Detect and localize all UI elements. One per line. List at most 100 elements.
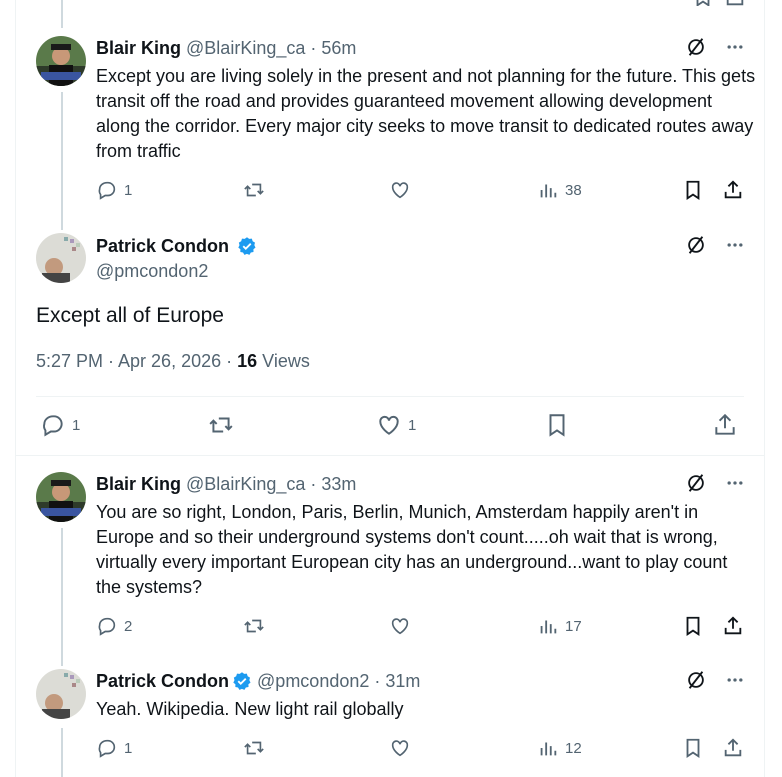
tweet-actions: 2 17 — [96, 615, 756, 639]
more-icon[interactable] — [725, 37, 745, 57]
share-icon — [724, 180, 742, 199]
bookmark-icon — [686, 738, 700, 758]
tweet-text: Yeah. Wikipedia. New light rail globally — [96, 699, 404, 719]
grok-icon[interactable] — [685, 234, 707, 256]
author-name[interactable]: Patrick Condon — [96, 671, 229, 691]
retweet-icon — [209, 417, 233, 433]
views-label: Views — [257, 351, 310, 371]
tweet-top-icons — [685, 234, 745, 256]
tweet-timestamp[interactable]: 5:27 PM · Apr 26, 2026 · — [36, 351, 237, 371]
like-icon — [391, 618, 409, 635]
retweet-button[interactable] — [243, 737, 265, 759]
more-icon[interactable] — [725, 473, 745, 493]
share-icon — [724, 616, 742, 635]
bookmark-icon — [686, 616, 700, 636]
grok-icon[interactable] — [685, 669, 707, 691]
retweet-icon — [244, 619, 264, 633]
views-count: 17 — [565, 617, 582, 635]
author-handle[interactable]: @BlairKing_ca — [186, 474, 305, 494]
like-button[interactable] — [389, 179, 411, 201]
reply-icon — [43, 415, 63, 437]
share-icon — [724, 738, 742, 757]
tweet-top-icons — [685, 669, 745, 691]
avatar[interactable] — [36, 36, 86, 86]
retweet-button[interactable] — [208, 412, 234, 438]
like-icon — [391, 182, 409, 199]
reply-button[interactable]: 1 — [40, 412, 80, 438]
bookmark-button[interactable] — [682, 179, 704, 201]
views-count: 12 — [565, 739, 582, 757]
author-handle[interactable]: @pmcondon2 — [257, 671, 369, 691]
thread-line — [61, 0, 63, 28]
bookmark-button[interactable] — [544, 412, 570, 438]
share-button[interactable] — [722, 615, 744, 637]
like-icon — [379, 415, 399, 435]
reply-icon — [98, 739, 116, 758]
bookmark-button[interactable] — [682, 737, 704, 759]
author-handle[interactable]: @BlairKing_ca — [186, 38, 305, 58]
like-button[interactable]: 1 — [376, 412, 416, 438]
previous-tweet-actions — [96, 0, 756, 6]
separator: · — [374, 671, 381, 691]
tweet[interactable]: Blair King @BlairKing_ca · 56m Except yo… — [15, 36, 765, 226]
tweet-header: Patrick Condon @pmcondon2 · 31m — [96, 669, 420, 693]
share-button[interactable] — [722, 179, 744, 201]
separator: · — [310, 38, 317, 58]
retweet-button[interactable] — [243, 179, 265, 201]
bookmark-button[interactable] — [682, 615, 704, 637]
author-name[interactable]: Blair King — [96, 474, 181, 494]
more-icon[interactable] — [725, 235, 745, 255]
retweet-button[interactable] — [243, 615, 265, 637]
focused-tweet[interactable]: Patrick Condon @pmcondon2 Except all of … — [15, 228, 765, 456]
tweet-text: Except you are living solely in the pres… — [96, 66, 756, 161]
separator: · — [310, 474, 317, 494]
reply-icon — [98, 181, 116, 200]
views-icon — [540, 742, 557, 756]
author-name-row: Patrick Condon — [96, 234, 257, 258]
reply-icon — [98, 617, 116, 636]
grok-icon[interactable] — [685, 472, 707, 494]
views-button[interactable]: 38 — [537, 179, 582, 201]
like-button[interactable] — [389, 737, 411, 759]
like-button[interactable] — [389, 615, 411, 637]
reply-button[interactable]: 1 — [96, 179, 132, 201]
like-count: 1 — [408, 416, 417, 434]
tweet-time[interactable]: 31m — [385, 671, 420, 691]
verified-badge-icon — [238, 237, 256, 255]
tweet[interactable]: Blair King @BlairKing_ca · 33m You are s… — [15, 472, 765, 662]
author-name[interactable]: Patrick Condon — [96, 236, 229, 256]
views-icon — [540, 184, 557, 198]
tweet-time[interactable]: 56m — [321, 38, 356, 58]
avatar[interactable] — [36, 669, 86, 719]
tweet-top-icons — [685, 472, 745, 494]
views-icon — [540, 620, 557, 634]
author-block: Patrick Condon @pmcondon2 — [96, 234, 257, 284]
tweet[interactable]: Patrick Condon @pmcondon2 · 31m Yeah. Wi… — [15, 669, 765, 777]
views-button[interactable]: 12 — [537, 737, 582, 759]
author-name[interactable]: Blair King — [96, 38, 181, 58]
reply-count: 1 — [72, 416, 81, 434]
avatar[interactable] — [36, 233, 86, 283]
tweet-text: Except all of Europe — [36, 304, 224, 327]
avatar[interactable] — [36, 472, 86, 522]
author-handle[interactable]: @pmcondon2 — [96, 258, 257, 284]
bookmark-icon — [549, 414, 565, 437]
share-button[interactable] — [722, 737, 744, 759]
grok-icon[interactable] — [685, 36, 707, 58]
tweet-actions: 1 38 — [96, 179, 756, 203]
retweet-icon — [244, 183, 264, 197]
bookmark-icon — [686, 180, 700, 200]
share-button[interactable] — [712, 412, 738, 438]
reply-count: 1 — [124, 739, 133, 757]
tweet-time[interactable]: 33m — [321, 474, 356, 494]
reply-button[interactable]: 1 — [96, 737, 132, 759]
more-icon[interactable] — [725, 670, 745, 690]
reply-count: 2 — [124, 617, 133, 635]
views-button[interactable]: 17 — [537, 615, 582, 637]
tweet-top-icons — [685, 36, 745, 58]
tweet-header: Blair King @BlairKing_ca · 33m — [96, 472, 356, 496]
views-count: 16 — [237, 351, 258, 371]
retweet-icon — [244, 741, 264, 755]
reply-button[interactable]: 2 — [96, 615, 132, 637]
tweet-actions: 1 12 — [96, 737, 756, 761]
